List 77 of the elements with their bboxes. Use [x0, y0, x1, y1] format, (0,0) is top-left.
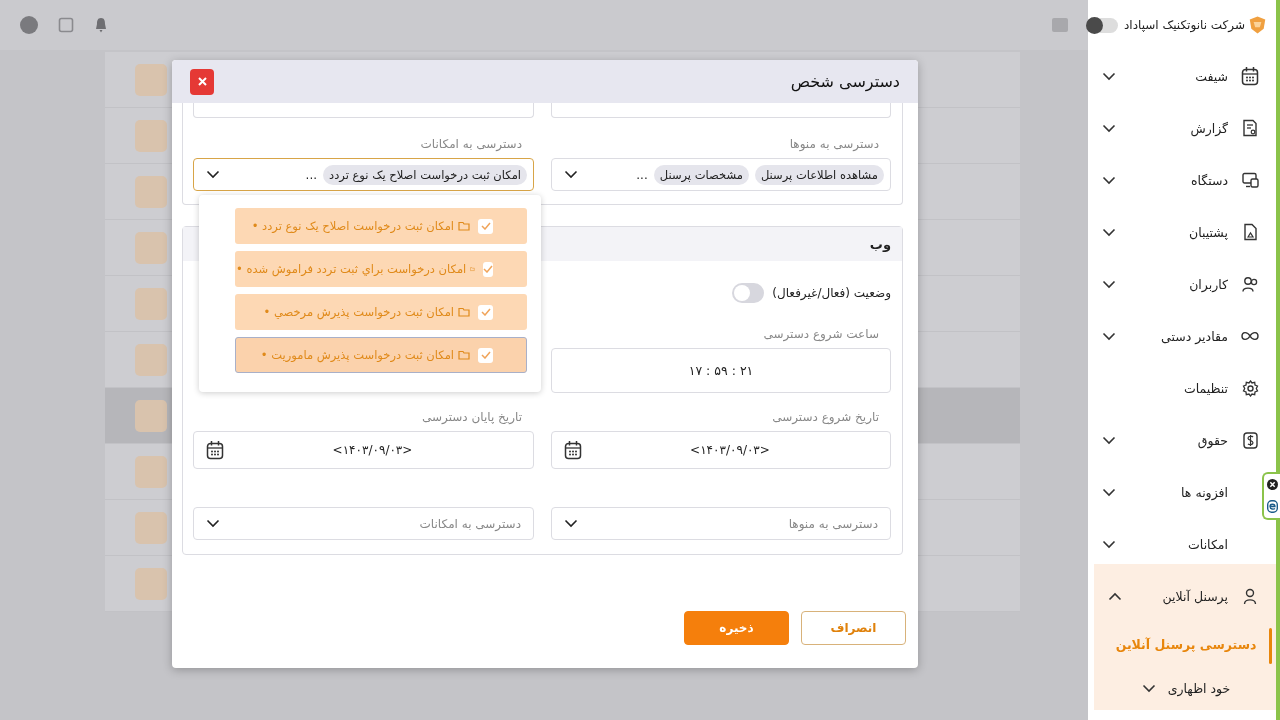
- field-label: ساعت شروع دسترسی: [762, 326, 880, 342]
- sidebar-item[interactable]: گزارش: [1088, 102, 1276, 154]
- dollar-icon: [1242, 431, 1258, 449]
- chevron-down-icon: [564, 519, 578, 528]
- document-icon: [1242, 223, 1258, 241]
- sidebar-item[interactable]: افزونه ها: [1088, 466, 1276, 518]
- users-icon: [1241, 275, 1259, 293]
- calendar-icon: [564, 440, 582, 460]
- avatar[interactable]: [20, 16, 38, 34]
- status-toggle[interactable]: [732, 283, 765, 303]
- folder-icon: [458, 307, 470, 317]
- check-icon: [480, 308, 491, 316]
- check-icon: [480, 351, 491, 359]
- company-name: شرکت نانوتکنیک اسپاداد: [1124, 18, 1245, 32]
- extension-icon: [1266, 500, 1278, 513]
- person-icon: [1243, 587, 1257, 605]
- checkbox[interactable]: [478, 304, 493, 320]
- row-thumbnail: [135, 399, 167, 432]
- chevron-down-icon: [564, 170, 578, 179]
- report-icon: [1242, 119, 1258, 137]
- status-label: وضعیت (فعال/غیرفعال): [772, 286, 891, 300]
- submenu-item[interactable]: خود اظهاری: [1094, 666, 1276, 710]
- row-thumbnail: [135, 343, 167, 376]
- row-thumbnail: [135, 511, 167, 544]
- sidebar-item[interactable]: کاربران: [1088, 258, 1276, 310]
- bell-icon[interactable]: [94, 17, 108, 33]
- sidebar-item[interactable]: پشتیبان: [1088, 206, 1276, 258]
- checkbox[interactable]: [478, 218, 493, 234]
- infinity-icon: [1241, 331, 1259, 341]
- multi-select-field[interactable]: امکان ثبت درخواست اصلاح یک نوع تردد ...: [193, 158, 534, 191]
- sidebar-item[interactable]: مقادیر دستی: [1088, 310, 1276, 362]
- row-thumbnail: [135, 567, 167, 600]
- sidebar-item[interactable]: تنظیمات: [1088, 362, 1276, 414]
- sidebar-item[interactable]: شیفت: [1088, 50, 1276, 102]
- row-thumbnail: [135, 231, 167, 264]
- date-field[interactable]: <۱۴۰۳/۰۹/۰۳>: [193, 431, 534, 469]
- field-label: دسترسی به امکانات: [419, 136, 523, 152]
- chevron-down-icon: [206, 519, 220, 528]
- settings-icon: [1241, 379, 1259, 397]
- calendar-icon: [206, 440, 224, 460]
- date-field[interactable]: <۱۴۰۳/۰۹/۰۳>: [551, 431, 891, 469]
- menu-icon[interactable]: [1052, 18, 1068, 32]
- sidebar-item[interactable]: پرسنل آنلاین: [1094, 570, 1276, 622]
- checkbox[interactable]: [483, 261, 493, 277]
- extension-menu[interactable]: [1262, 472, 1280, 520]
- theme-toggle[interactable]: [1088, 17, 1118, 33]
- row-thumbnail: [135, 119, 167, 152]
- input-field[interactable]: [193, 103, 534, 118]
- sidebar-item[interactable]: امکانات: [1088, 518, 1276, 570]
- close-icon: [197, 77, 207, 86]
- select-field[interactable]: دسترسی به منوها: [551, 507, 891, 540]
- sidebar-item[interactable]: دستگاه: [1088, 154, 1276, 206]
- checkbox[interactable]: [478, 347, 493, 363]
- monitor-icon: [1241, 172, 1259, 188]
- select-field[interactable]: دسترسی به امکانات: [193, 507, 534, 540]
- calendar-icon: [1241, 66, 1259, 86]
- check-icon: [483, 265, 493, 273]
- row-thumbnail: [135, 175, 167, 208]
- field-label: دسترسی به منوها: [788, 136, 880, 152]
- expand-icon[interactable]: [58, 17, 74, 33]
- check-icon: [480, 222, 491, 230]
- field-label: تاریخ پایان دسترسی: [421, 409, 523, 425]
- dialog-title: دسترسی شخص: [790, 72, 900, 91]
- folder-icon: [458, 221, 470, 231]
- row-thumbnail: [135, 287, 167, 320]
- row-thumbnail: [135, 63, 167, 96]
- folder-icon: [470, 264, 475, 274]
- chevron-down-icon: [206, 170, 220, 179]
- multi-select-field[interactable]: مشاهده اطلاعات پرسنل مشخصات پرسنل ...: [551, 158, 891, 191]
- close-icon: [1266, 479, 1278, 490]
- input-field[interactable]: [551, 103, 891, 118]
- time-field[interactable]: ۱۷ : ۵۹ : ۲۱: [551, 348, 891, 393]
- sidebar-item[interactable]: حقوق: [1088, 414, 1276, 466]
- field-label: تاریخ شروع دسترسی: [771, 409, 880, 425]
- folder-icon: [458, 350, 470, 360]
- row-thumbnail: [135, 455, 167, 488]
- close-button[interactable]: [190, 68, 214, 95]
